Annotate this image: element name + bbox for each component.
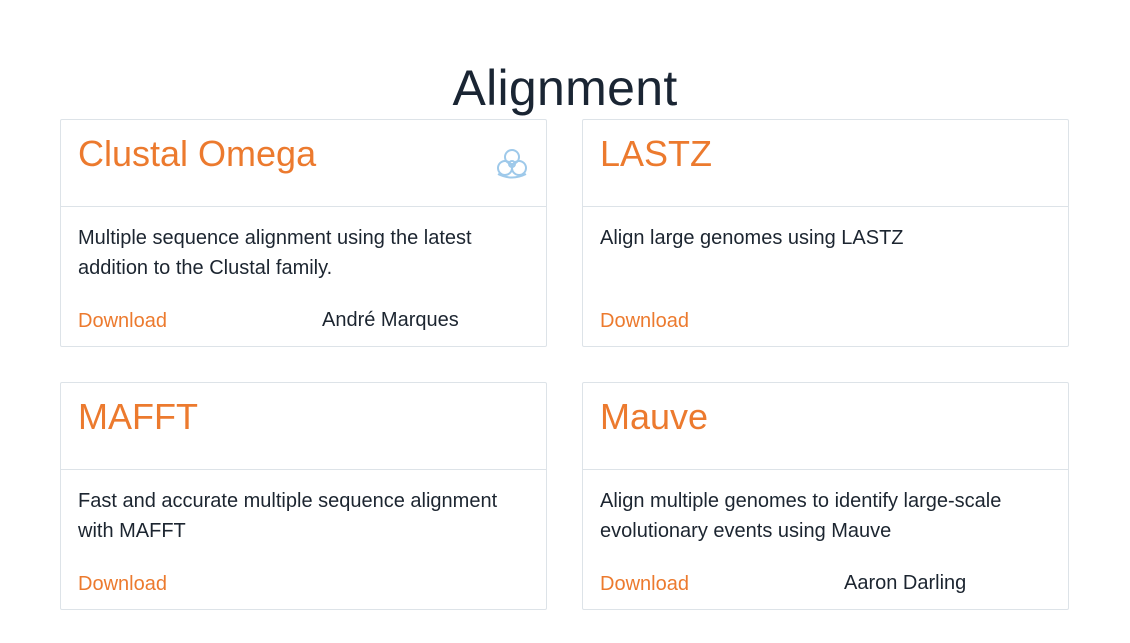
tool-description: Align multiple genomes to identify large… bbox=[600, 490, 1002, 542]
tool-title-link[interactable]: Mauve bbox=[600, 395, 708, 439]
download-link[interactable]: Download bbox=[78, 571, 167, 597]
download-link[interactable]: Download bbox=[600, 571, 689, 597]
tool-title-link[interactable]: LASTZ bbox=[600, 132, 712, 176]
download-link[interactable]: Download bbox=[600, 308, 689, 334]
tool-card-lastz: LASTZ Align large genomes using LASTZ Do… bbox=[582, 119, 1069, 347]
card-header: Clustal Omega bbox=[61, 120, 546, 207]
tool-title-link[interactable]: Clustal Omega bbox=[78, 132, 316, 176]
tool-card-mauve: Mauve Align multiple genomes to identify… bbox=[582, 382, 1069, 610]
card-header: MAFFT bbox=[61, 383, 546, 470]
biohazard-icon bbox=[494, 145, 530, 181]
tool-title-link[interactable]: MAFFT bbox=[78, 395, 198, 439]
author-name: André Marques bbox=[322, 309, 459, 331]
section-title: Alignment bbox=[452, 59, 678, 116]
tool-description: Multiple sequence alignment using the la… bbox=[78, 227, 472, 279]
tool-card-mafft: MAFFT Fast and accurate multiple sequenc… bbox=[60, 382, 547, 610]
download-link[interactable]: Download bbox=[78, 308, 167, 334]
card-header: LASTZ bbox=[583, 120, 1068, 207]
tool-description: Align large genomes using LASTZ bbox=[600, 227, 904, 249]
card-header: Mauve bbox=[583, 383, 1068, 470]
tool-description: Fast and accurate multiple sequence alig… bbox=[78, 490, 498, 542]
tool-card-clustal-omega: Clustal Omega Multiple sequence alignmen… bbox=[60, 119, 547, 347]
author-name: Aaron Darling bbox=[844, 572, 967, 594]
